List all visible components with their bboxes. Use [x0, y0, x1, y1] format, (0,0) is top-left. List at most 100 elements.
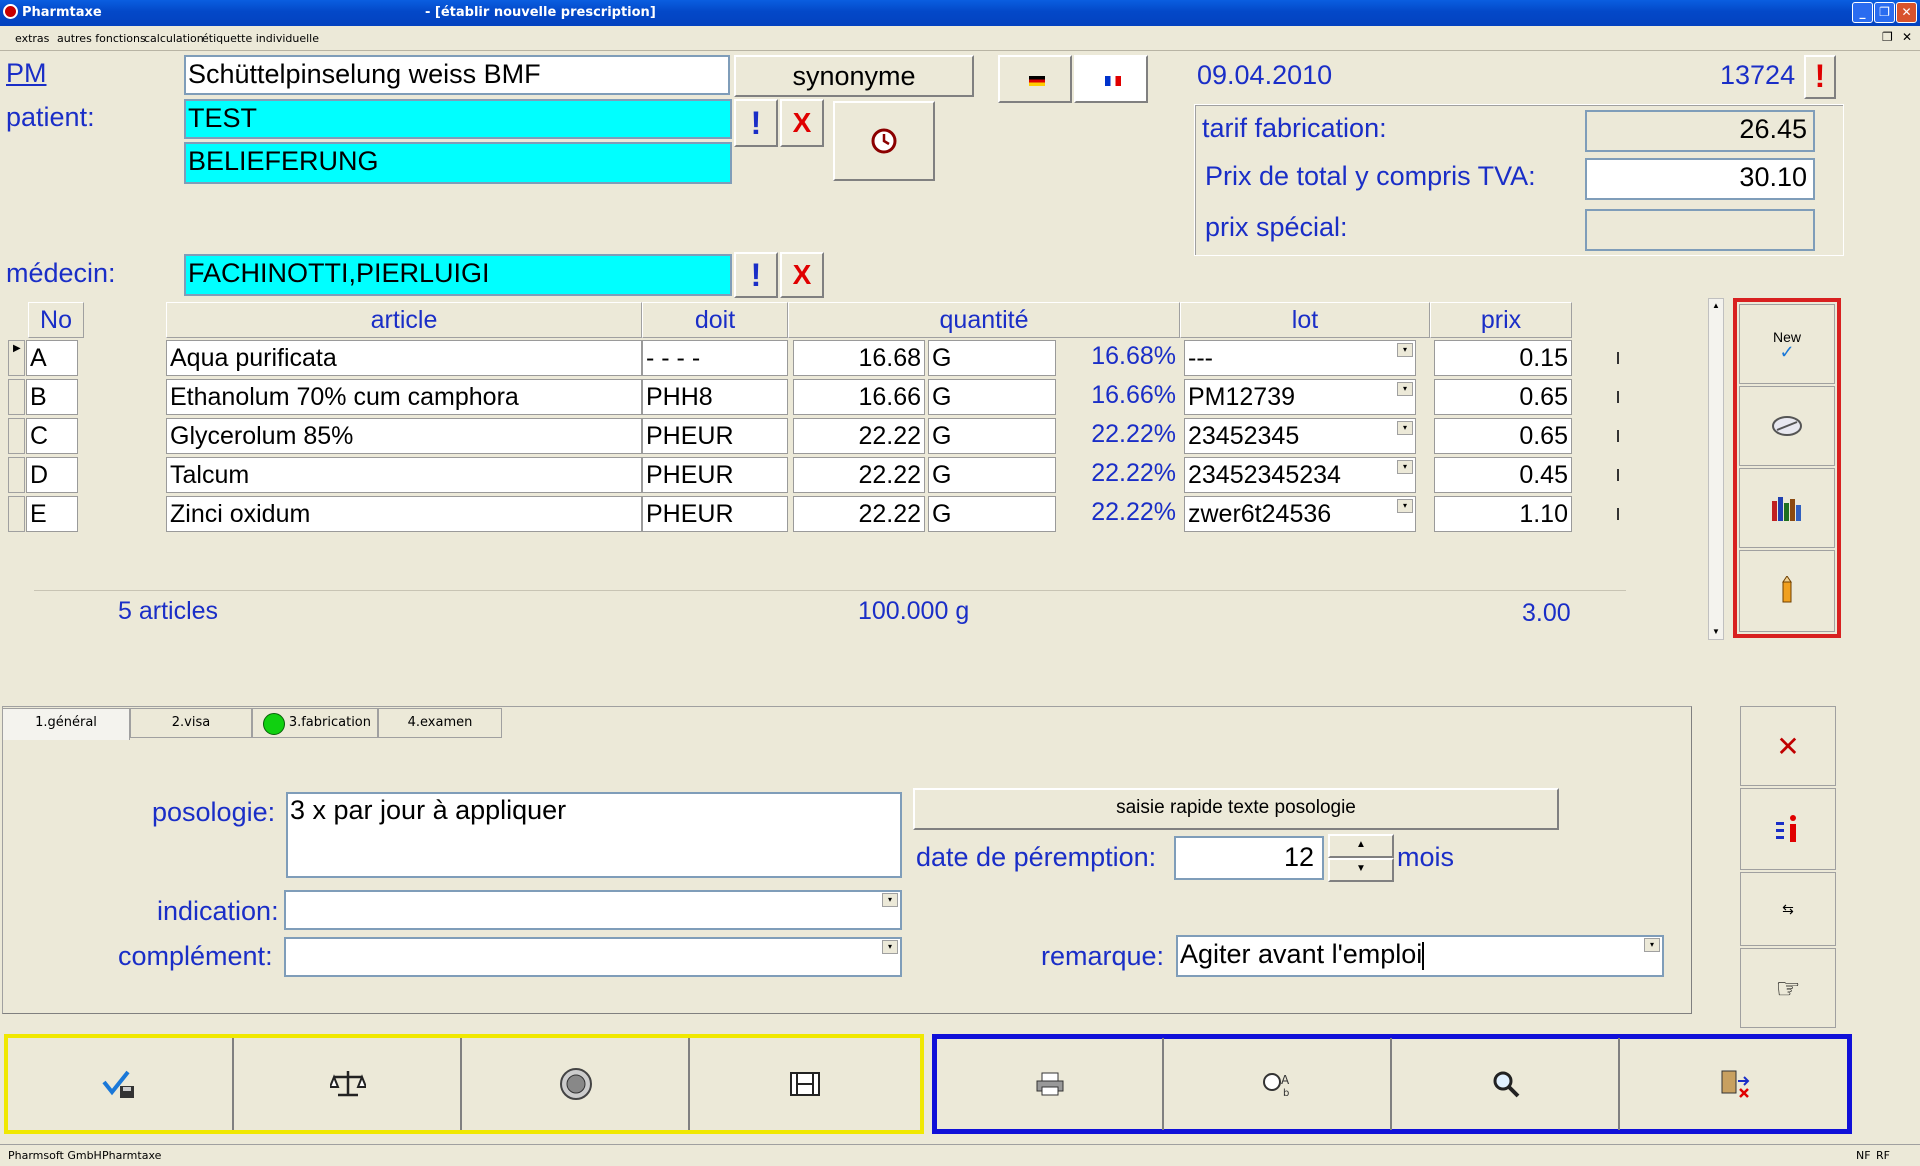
film-button[interactable] — [692, 1038, 918, 1130]
edit-button[interactable] — [1739, 550, 1835, 632]
doctor-clear-button[interactable]: X — [780, 252, 824, 298]
cell-quantity[interactable]: 22.22 — [793, 496, 925, 532]
cell-unit[interactable]: G — [928, 457, 1056, 493]
cell-unit[interactable]: G — [928, 496, 1056, 532]
row-selector[interactable]: ▶ — [8, 340, 25, 376]
lot-dropdown-icon[interactable]: ▾ — [1397, 382, 1413, 396]
cell-unit[interactable]: G — [928, 340, 1056, 376]
menu-autres-fonctions[interactable]: autres fonctions — [57, 32, 146, 45]
posologie-field[interactable]: 3 x par jour à appliquer — [286, 792, 902, 878]
cell-lot[interactable]: PM12739 ▾ — [1184, 379, 1416, 415]
table-scrollbar[interactable]: ▲ ▼ — [1708, 298, 1724, 640]
tablet-button[interactable] — [1739, 386, 1835, 466]
row-selector[interactable] — [8, 379, 25, 415]
doctor-info-button[interactable]: ! — [734, 252, 778, 298]
expiry-down-button[interactable]: ▼ — [1328, 858, 1394, 882]
cell-quantity[interactable]: 16.68 — [793, 340, 925, 376]
search-button[interactable] — [1394, 1038, 1620, 1130]
cell-lot[interactable]: 23452345 ▾ — [1184, 418, 1416, 454]
cell-doit[interactable]: PHEUR — [642, 418, 788, 454]
cancel-button[interactable]: ✕ — [1740, 706, 1836, 786]
books-button[interactable] — [1739, 468, 1835, 548]
child-close-icon[interactable]: ✕ — [1902, 30, 1912, 44]
tab-visa[interactable]: 2.visa — [130, 708, 252, 738]
indication-field[interactable]: ▾ — [284, 890, 902, 930]
print-button[interactable] — [938, 1038, 1164, 1130]
expiry-up-button[interactable]: ▲ — [1328, 834, 1394, 858]
balance-button[interactable] — [236, 1038, 462, 1130]
col-header-prix[interactable]: prix — [1430, 302, 1572, 338]
patient-info-button[interactable]: ! — [734, 99, 778, 147]
spell-check-button[interactable]: Ab — [1166, 1038, 1392, 1130]
cell-article[interactable]: Aqua purificata — [166, 340, 642, 376]
expiry-field[interactable]: 12 — [1174, 836, 1324, 880]
seal-button[interactable] — [464, 1038, 690, 1130]
cell-lot[interactable]: --- ▾ — [1184, 340, 1416, 376]
tab-examen[interactable]: 4.examen — [378, 708, 502, 738]
scroll-up-icon[interactable]: ▲ — [1709, 299, 1723, 313]
tab-fabrication[interactable]: 3.fabrication — [252, 708, 378, 738]
synonym-button[interactable]: synonyme — [734, 55, 974, 97]
cell-article[interactable]: Ethanolum 70% cum camphora — [166, 379, 642, 415]
lot-dropdown-icon[interactable]: ▾ — [1397, 460, 1413, 474]
complement-dropdown-icon[interactable]: ▾ — [882, 940, 898, 954]
point-button[interactable]: ☞ — [1740, 948, 1836, 1028]
cell-lot[interactable]: 23452345234 ▾ — [1184, 457, 1416, 493]
scroll-down-icon[interactable]: ▼ — [1709, 625, 1723, 639]
cell-prix[interactable]: 0.65 — [1434, 418, 1572, 454]
german-flag-button[interactable] — [998, 55, 1072, 103]
lot-dropdown-icon[interactable]: ▾ — [1397, 421, 1413, 435]
special-price-field[interactable] — [1585, 209, 1815, 251]
remark-field[interactable]: Agiter avant l'emploi ▾ — [1176, 935, 1664, 977]
cell-unit[interactable]: G — [928, 418, 1056, 454]
menu-extras[interactable]: extras — [15, 32, 49, 45]
cell-article[interactable]: Zinci oxidum — [166, 496, 642, 532]
col-header-doit[interactable]: doit — [642, 302, 788, 338]
cell-doit[interactable]: PHH8 — [642, 379, 788, 415]
cell-prix[interactable]: 0.15 — [1434, 340, 1572, 376]
cell-doit[interactable]: - - - - — [642, 340, 788, 376]
cell-no[interactable]: B — [26, 379, 78, 415]
cell-unit[interactable]: G — [928, 379, 1056, 415]
cell-no[interactable]: C — [26, 418, 78, 454]
doctor-field[interactable]: FACHINOTTI,PIERLUIGI — [184, 254, 732, 296]
restore-button[interactable]: ❐ — [1874, 2, 1895, 23]
cell-prix[interactable]: 1.10 — [1434, 496, 1572, 532]
exit-button[interactable] — [1622, 1038, 1846, 1130]
cell-article[interactable]: Glycerolum 85% — [166, 418, 642, 454]
quick-text-button[interactable]: saisie rapide texte posologie — [913, 788, 1559, 830]
translate-button[interactable]: ⇆ — [1740, 872, 1836, 946]
cell-lot[interactable]: zwer6t24536 ▾ — [1184, 496, 1416, 532]
minimize-button[interactable]: _ — [1852, 2, 1873, 23]
remark-dropdown-icon[interactable]: ▾ — [1644, 938, 1660, 952]
patient-name-field[interactable]: TEST — [184, 99, 732, 139]
lot-dropdown-icon[interactable]: ▾ — [1397, 343, 1413, 357]
cell-no[interactable]: E — [26, 496, 78, 532]
close-window-button[interactable]: ✕ — [1896, 2, 1917, 23]
col-header-lot[interactable]: lot — [1180, 302, 1430, 338]
clock-button[interactable] — [833, 101, 935, 181]
row-selector[interactable] — [8, 418, 25, 454]
child-restore-icon[interactable]: ❐ — [1882, 30, 1893, 44]
cell-quantity[interactable]: 22.22 — [793, 418, 925, 454]
cell-doit[interactable]: PHEUR — [642, 496, 788, 532]
menu-etiquette[interactable]: étiquette individuelle — [202, 32, 319, 45]
french-flag-button[interactable] — [1074, 55, 1148, 103]
tab-general[interactable]: 1.général — [2, 708, 130, 740]
cell-article[interactable]: Talcum — [166, 457, 642, 493]
patient-line2-field[interactable]: BELIEFERUNG — [184, 142, 732, 184]
cell-quantity[interactable]: 16.66 — [793, 379, 925, 415]
col-header-quantite[interactable]: quantité — [788, 302, 1180, 338]
pm-name-field[interactable]: Schüttelpinselung weiss BMF — [184, 55, 730, 95]
row-selector[interactable] — [8, 457, 25, 493]
lot-dropdown-icon[interactable]: ▾ — [1397, 499, 1413, 513]
patient-clear-button[interactable]: X — [780, 99, 824, 147]
new-line-button[interactable]: New ✓ — [1739, 304, 1835, 384]
complement-field[interactable]: ▾ — [284, 937, 902, 977]
number-alert-button[interactable]: ! — [1804, 55, 1836, 99]
menu-calculation[interactable]: calculation — [144, 32, 204, 45]
save-button[interactable] — [8, 1038, 234, 1130]
row-selector[interactable] — [8, 496, 25, 532]
col-header-article[interactable]: article — [166, 302, 642, 338]
col-header-no[interactable]: No — [28, 302, 84, 338]
